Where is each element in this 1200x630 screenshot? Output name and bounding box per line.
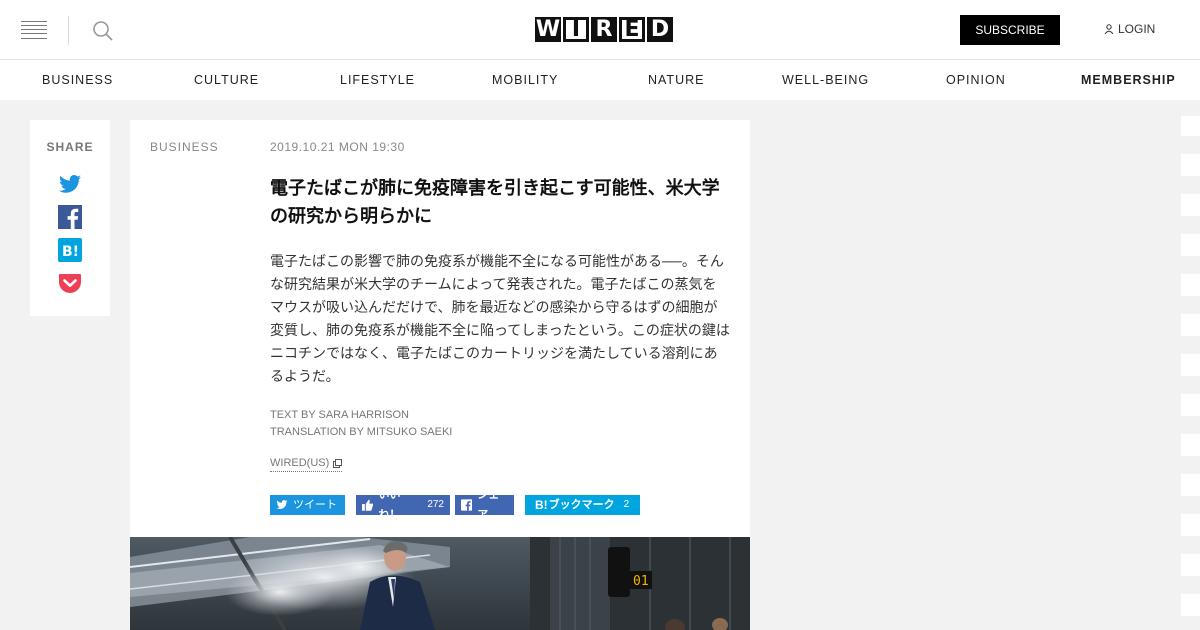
logo-letter: E	[619, 17, 645, 42]
share-sidebar: SHARE B!	[30, 120, 110, 316]
translation-credit: TRANSLATION BY MITSUKO SAEKI	[270, 426, 453, 438]
subscribe-button[interactable]: SUBSCRIBE	[960, 15, 1060, 45]
tweet-label: ツイート	[293, 499, 337, 511]
nav-item-lifestyle[interactable]: LIFESTYLE	[340, 73, 415, 87]
article-date: 2019.10.21 MON 19:30	[270, 140, 405, 154]
main-nav: BUSINESS CULTURE LIFESTYLE MOBILITY NATU…	[0, 60, 1200, 100]
external-link-icon	[333, 458, 343, 468]
logo-letter: R	[591, 17, 617, 42]
user-icon	[1104, 24, 1114, 34]
logo-letter: I	[563, 17, 589, 42]
hamburger-icon[interactable]	[21, 21, 47, 39]
svg-text:B!: B!	[62, 244, 79, 260]
pocket-icon[interactable]	[58, 271, 82, 295]
like-count: 272	[427, 499, 444, 510]
twitter-icon[interactable]	[58, 172, 82, 196]
facebook-share-label: シェア	[477, 489, 500, 521]
like-label: いいね！	[378, 489, 401, 521]
nav-item-opinion[interactable]: OPINION	[946, 73, 1006, 87]
source-label: WIRED(US)	[270, 457, 330, 469]
site-header: W I R E D SUBSCRIBE LOGIN	[0, 0, 1200, 60]
signal-countdown: 01	[633, 574, 649, 589]
article-hero-photo: 01	[130, 537, 750, 630]
tweet-button[interactable]: ツイート	[270, 495, 345, 515]
bookmark-count: 2	[623, 499, 630, 510]
nav-item-well-being[interactable]: WELL-BEING	[782, 73, 869, 87]
wired-logo[interactable]: W I R E D	[535, 17, 673, 42]
nav-item-nature[interactable]: NATURE	[648, 73, 704, 87]
login-label: LOGIN	[1118, 22, 1156, 36]
text-by-credit: TEXT BY SARA HARRISON	[270, 409, 409, 421]
hatena-bookmark-icon[interactable]: B!	[58, 238, 82, 262]
article-title: 電子たばこが肺に免疫障害を引き起こす可能性、米大学の研究から明らかに	[270, 178, 720, 226]
source-link[interactable]: WIRED(US)	[270, 457, 343, 472]
article-lead: 電子たばこの影響で肺の免疫系が機能不全になる可能性がある──。そんな研究結果が米…	[270, 253, 730, 384]
logo-letter: D	[647, 17, 673, 42]
facebook-share-button[interactable]: シェア	[455, 489, 514, 521]
logo-letter: W	[535, 17, 561, 42]
facebook-icon	[461, 499, 473, 511]
like-button[interactable]: いいね！ 272	[356, 489, 450, 521]
facebook-icon[interactable]	[58, 205, 82, 229]
share-label: SHARE	[46, 140, 94, 154]
search-icon[interactable]	[92, 20, 114, 42]
nav-item-business[interactable]: BUSINESS	[42, 73, 113, 87]
nav-item-mobility[interactable]: MOBILITY	[492, 73, 558, 87]
article-header-card: BUSINESS 2019.10.21 MON 19:30 電子たばこが肺に免疫…	[130, 120, 750, 537]
nav-item-membership[interactable]: MEMBERSHIP	[1081, 73, 1176, 87]
login-link[interactable]: LOGIN	[1104, 22, 1155, 36]
hatena-bookmark-button[interactable]: B! ブックマーク 2	[525, 495, 640, 515]
twitter-icon	[276, 500, 288, 509]
header-divider	[68, 16, 69, 45]
nav-item-culture[interactable]: CULTURE	[194, 73, 259, 87]
hero-photo-image: 01	[130, 537, 750, 630]
article-category[interactable]: BUSINESS	[150, 140, 219, 154]
side-banner-strip	[1181, 116, 1200, 630]
hatena-bookmark-icon: B!	[535, 498, 548, 512]
bookmark-label: ブックマーク	[548, 499, 615, 511]
thumbs-up-icon	[362, 499, 374, 511]
